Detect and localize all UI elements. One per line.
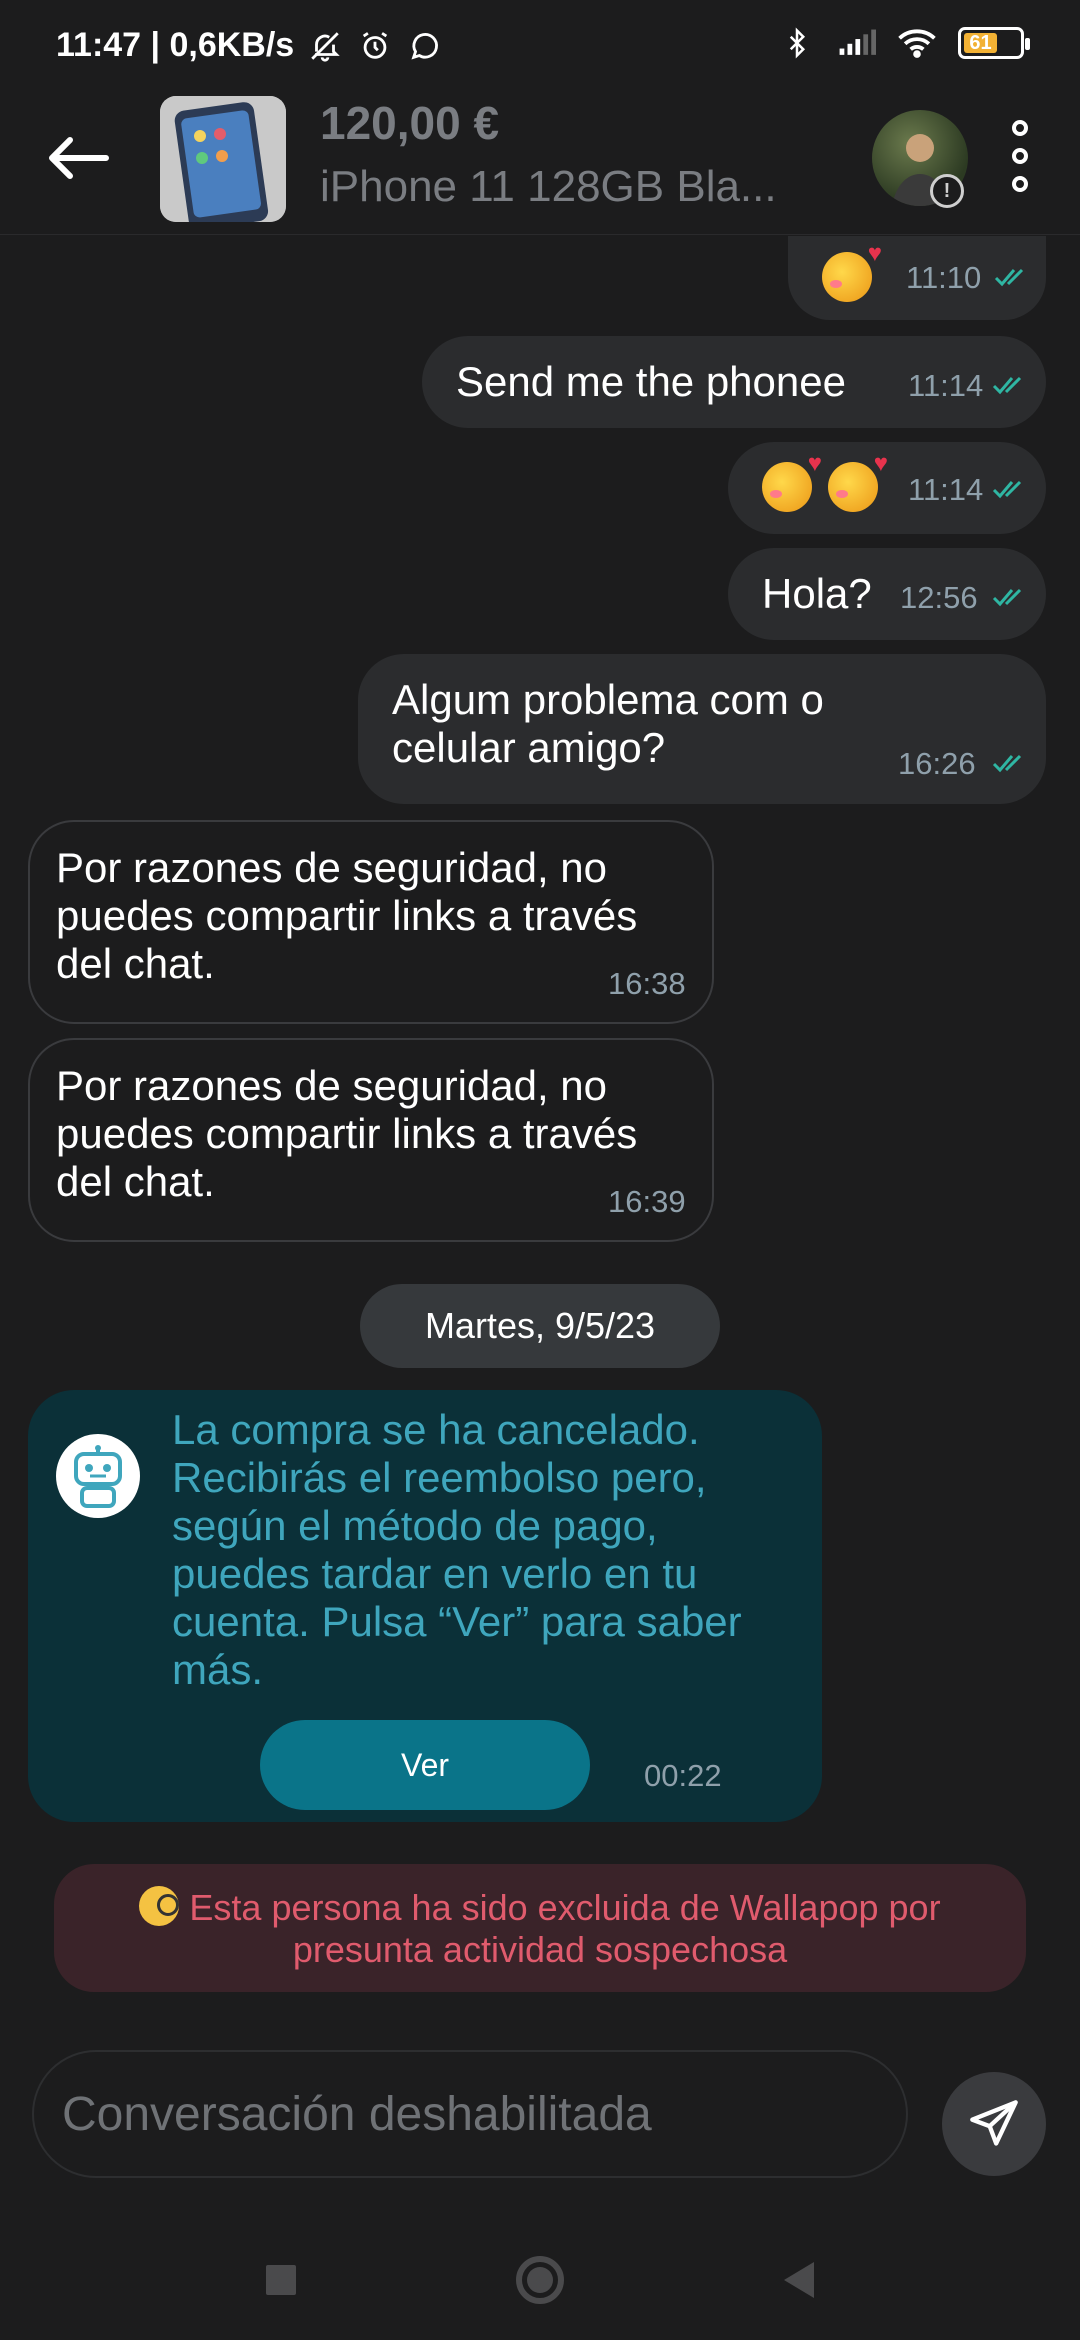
whatsapp-icon (406, 27, 444, 65)
alarm-icon (356, 27, 394, 65)
dot-icon (1012, 148, 1028, 164)
smiling-hearts-emoji-icon (762, 450, 822, 512)
outgoing-message[interactable]: Algum problema com o celular amigo? 16:2… (358, 654, 1046, 804)
monocle-face-emoji-icon (139, 1885, 180, 1926)
outgoing-message[interactable]: Send me the phonee 11:14 (422, 336, 1046, 428)
signal-icon (838, 24, 876, 62)
message-time: 16:38 (608, 966, 686, 1001)
dot-icon (1012, 120, 1028, 136)
suspicious-user-warning: Esta persona ha sido excluida de Wallapo… (54, 1864, 1026, 1992)
product-thumbnail[interactable] (160, 96, 286, 222)
incoming-message[interactable]: Por razones de seguridad, no puedes comp… (28, 820, 714, 1024)
outgoing-message[interactable]: Hola? 12:56 (728, 548, 1046, 640)
dot-icon (1012, 176, 1028, 192)
robot-icon (56, 1434, 140, 1518)
smiling-hearts-emoji-icon (822, 240, 882, 302)
back-nav-icon[interactable] (784, 2262, 814, 2298)
battery-level: 61 (964, 32, 997, 54)
status-left: 11:47 | 0,6KB/s (56, 26, 444, 65)
date-separator: Martes, 9/5/23 (360, 1284, 720, 1368)
product-title[interactable]: iPhone 11 128GB Bla... (320, 162, 860, 212)
double-check-icon (992, 754, 1022, 773)
more-options-button[interactable] (1000, 116, 1040, 196)
outgoing-message[interactable]: 11:14 (728, 442, 1046, 534)
message-text: Algum problema com o celular amigo? (392, 676, 824, 771)
send-icon (970, 2100, 1018, 2146)
send-button[interactable] (942, 2072, 1046, 2176)
status-bar: 11:47 | 0,6KB/s 61 (0, 0, 1080, 90)
message-input[interactable]: Conversación deshabilitada (32, 2050, 908, 2178)
phone-image-icon (160, 96, 286, 222)
incoming-message[interactable]: Por razones de seguridad, no puedes comp… (28, 1038, 714, 1242)
ver-button[interactable]: Ver (260, 1720, 590, 1810)
double-check-icon (992, 588, 1022, 607)
recents-nav-icon[interactable] (266, 2265, 296, 2295)
bell-off-icon (306, 27, 344, 65)
system-message-text: La compra se ha cancelado. Recibirás el … (172, 1406, 742, 1693)
smiling-hearts-emoji-icon (828, 450, 888, 512)
home-nav-icon[interactable] (516, 2256, 564, 2304)
message-time: 11:14 (908, 472, 984, 507)
message-text: Por razones de seguridad, no puedes comp… (56, 1062, 638, 1205)
message-time: 00:22 (644, 1758, 722, 1793)
double-check-icon (992, 376, 1022, 395)
system-nav-bar (0, 2220, 1080, 2340)
wifi-icon (898, 24, 936, 62)
status-time: 11:47 | 0,6KB/s (56, 26, 295, 64)
message-time: 12:56 (900, 580, 978, 615)
product-price[interactable]: 120,00 € (320, 96, 499, 150)
system-message-card: La compra se ha cancelado. Recibirás el … (28, 1390, 822, 1822)
message-text: Send me the phonee (456, 358, 846, 405)
message-time: 16:26 (898, 746, 976, 781)
outgoing-message[interactable]: 11:10 (788, 236, 1046, 320)
chat-header: 120,00 € iPhone 11 128GB Bla... ! (0, 90, 1080, 235)
message-time: 16:39 (608, 1184, 686, 1219)
warning-text: Esta persona ha sido excluida de Wallapo… (189, 1886, 941, 1970)
message-time: 11:10 (906, 260, 982, 295)
message-text: Por razones de seguridad, no puedes comp… (56, 844, 638, 987)
battery-indicator: 61 (958, 27, 1030, 59)
arrow-left-icon (49, 137, 109, 179)
message-text: Hola? (762, 570, 872, 617)
back-button[interactable] (40, 120, 116, 196)
bluetooth-icon (778, 24, 816, 62)
double-check-icon (994, 268, 1024, 287)
message-time: 11:14 (908, 368, 984, 403)
double-check-icon (992, 480, 1022, 499)
status-right: 61 (778, 24, 1030, 62)
warning-badge-icon: ! (930, 174, 964, 208)
